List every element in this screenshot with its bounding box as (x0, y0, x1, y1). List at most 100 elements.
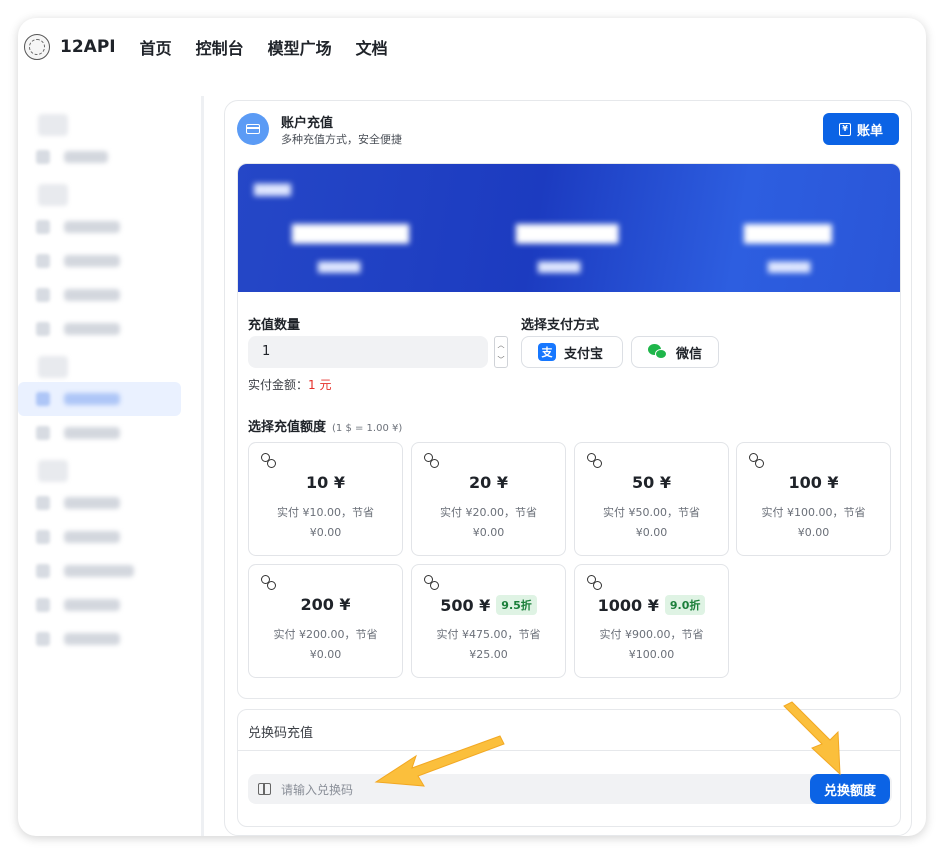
coins-icon (424, 575, 440, 591)
nav-console[interactable]: 控制台 (196, 35, 244, 59)
actual-amount-label: 实付金额： (248, 378, 309, 392)
banner-blurred-label: ▇▇▇▇▇ (538, 260, 581, 273)
sidebar-item[interactable] (18, 554, 201, 588)
amount-saving-line: ¥0.00 (472, 526, 505, 539)
amount-value-row: 100 ¥ (737, 473, 890, 492)
amount-options-title: 选择充值额度 (1 $ = 1.00 ¥) (248, 416, 402, 435)
amount-detail-line: 实付 ¥475.00，节省 (436, 628, 541, 641)
amount-value-row: 1000 ¥9.0折 (575, 595, 728, 615)
wechat-icon (648, 344, 668, 360)
amount-saving-line: ¥0.00 (797, 526, 830, 539)
amount-detail: 实付 ¥20.00，节省 ¥0.00 (422, 503, 555, 543)
actual-amount: 实付金额：1 元 (248, 376, 331, 393)
amount-option-tile[interactable]: 50 ¥ 实付 ¥50.00，节省 ¥0.00 (574, 442, 729, 556)
credit-card-icon (237, 113, 269, 145)
receipt-icon: ¥ (838, 122, 851, 136)
amount-detail-line: 实付 ¥10.00，节省 (277, 506, 374, 519)
sidebar-group-label (38, 114, 68, 136)
exchange-rate-note: (1 $ = 1.00 ¥) (332, 423, 403, 434)
alipay-label: 支付宝 (564, 346, 604, 362)
sidebar-group-label (38, 184, 68, 206)
alipay-icon: 支 (538, 343, 556, 361)
sidebar-item[interactable] (18, 244, 201, 278)
amount-value-row: 10 ¥ (249, 473, 402, 492)
actual-amount-value: 1 元 (308, 378, 332, 392)
amount-options-label: 选择充值额度 (248, 420, 327, 435)
sidebar-item[interactable] (18, 278, 201, 312)
sidebar-item[interactable] (18, 520, 201, 554)
quantity-input[interactable]: 1 (248, 336, 488, 368)
amount-value-row: 50 ¥ (575, 473, 728, 492)
sidebar-item[interactable] (18, 486, 201, 520)
amount-option-tile[interactable]: 10 ¥ 实付 ¥10.00，节省 ¥0.00 (248, 442, 403, 556)
amount-value: 10 ¥ (306, 473, 345, 492)
chevron-down-icon[interactable]: ﹀ (498, 355, 505, 365)
amount-value-row: 500 ¥9.5折 (412, 595, 565, 615)
banner-blurred-title: ▇▇▇▇ (254, 182, 291, 196)
amount-saving-line: ¥0.00 (309, 526, 342, 539)
quantity-label: 充值数量 (248, 318, 301, 333)
banner-blurred-label: ▇▇▇▇▇ (768, 260, 811, 273)
amount-saving-line: ¥0.00 (309, 648, 342, 661)
alipay-button[interactable]: 支 支付宝 (521, 336, 623, 368)
bill-button[interactable]: ¥ 账单 (823, 113, 899, 145)
amount-detail: 实付 ¥10.00，节省 ¥0.00 (259, 503, 392, 543)
coins-icon (261, 453, 277, 469)
quantity-stepper[interactable]: ︿ ﹀ (494, 336, 508, 368)
sidebar-item[interactable] (18, 416, 201, 450)
sidebar-item[interactable] (18, 312, 201, 346)
amount-option-tile[interactable]: 20 ¥ 实付 ¥20.00，节省 ¥0.00 (411, 442, 566, 556)
top-navbar: 12API 首页 控制台 模型广场 文档 (18, 18, 926, 76)
banner-blurred-label: ▇▇▇▇▇ (318, 260, 361, 273)
nav-models[interactable]: 模型广场 (268, 35, 332, 59)
coins-icon (424, 453, 440, 469)
amount-value: 1000 ¥ (597, 595, 659, 615)
amount-value: 200 ¥ (300, 595, 351, 614)
amount-detail: 实付 ¥900.00，节省 ¥100.00 (585, 625, 718, 665)
sidebar-item[interactable] (18, 210, 201, 244)
payment-method-label: 选择支付方式 (521, 318, 600, 333)
amount-detail: 实付 ¥475.00，节省 ¥25.00 (422, 625, 555, 665)
sidebar-item[interactable] (18, 622, 201, 656)
coins-icon (587, 575, 603, 591)
nav-docs[interactable]: 文档 (356, 35, 388, 59)
amount-value-row: 20 ¥ (412, 473, 565, 492)
amount-option-tile[interactable]: 200 ¥ 实付 ¥200.00，节省 ¥0.00 (248, 564, 403, 678)
amount-detail: 实付 ¥200.00，节省 ¥0.00 (259, 625, 392, 665)
chevron-up-icon[interactable]: ︿ (498, 340, 505, 350)
page-subtitle: 多种充值方式，安全便捷 (281, 133, 402, 146)
bill-button-label: 账单 (856, 123, 883, 139)
sidebar-item-active[interactable] (18, 382, 181, 416)
amount-value: 50 ¥ (632, 473, 671, 492)
balance-banner-blurred: ▇▇▇▇ ▇▇▇▇▇▇▇▇ ▇▇▇▇▇▇▇ ▇▇▇▇▇▇ ▇▇▇▇▇ ▇▇▇▇▇… (238, 164, 900, 292)
redeem-title: 兑换码充值 (248, 726, 314, 741)
amount-saving-line: ¥0.00 (635, 526, 668, 539)
amount-detail-line: 实付 ¥20.00，节省 (440, 506, 537, 519)
page-title: 账户充值 (281, 116, 334, 131)
sidebar-blurred (18, 96, 204, 836)
sidebar-group-label (38, 460, 68, 482)
logo-icon[interactable] (24, 34, 50, 60)
banner-blurred-value: ▇▇▇▇▇▇▇▇ (292, 222, 409, 244)
wechat-pay-button[interactable]: 微信 (631, 336, 719, 368)
redeem-placeholder: 请输入兑换码 (281, 782, 354, 797)
brand-name[interactable]: 12API (60, 37, 116, 57)
nav-home[interactable]: 首页 (140, 35, 172, 59)
banner-blurred-value: ▇▇▇▇▇▇ (744, 222, 832, 244)
amount-option-tile[interactable]: 100 ¥ 实付 ¥100.00，节省 ¥0.00 (736, 442, 891, 556)
discount-badge: 9.5折 (496, 595, 537, 615)
amount-detail-line: 实付 ¥50.00，节省 (603, 506, 700, 519)
sidebar-group-label (38, 356, 68, 378)
right-arrow-annotation (783, 701, 841, 776)
discount-badge: 9.0折 (664, 595, 706, 615)
wechat-label: 微信 (676, 346, 703, 362)
amount-option-tile[interactable]: 500 ¥9.5折实付 ¥475.00，节省 ¥25.00 (411, 564, 566, 678)
amount-option-tile[interactable]: 1000 ¥9.0折实付 ¥900.00，节省 ¥100.00 (574, 564, 729, 678)
recharge-card: ▇▇▇▇ ▇▇▇▇▇▇▇▇ ▇▇▇▇▇▇▇ ▇▇▇▇▇▇ ▇▇▇▇▇ ▇▇▇▇▇… (237, 163, 901, 699)
sidebar-item[interactable] (18, 140, 201, 174)
amount-saving-line: ¥25.00 (469, 648, 508, 661)
sidebar-item[interactable] (18, 588, 201, 622)
amount-detail: 实付 ¥50.00，节省 ¥0.00 (585, 503, 718, 543)
coins-icon (261, 575, 277, 591)
amount-value: 100 ¥ (788, 473, 839, 492)
